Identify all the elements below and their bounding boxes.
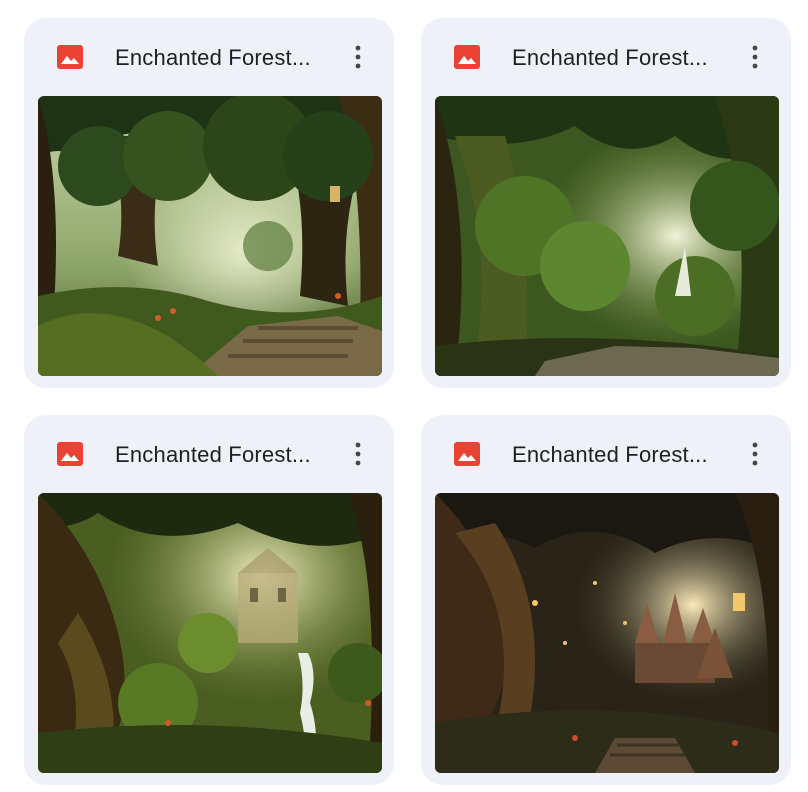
more-vert-icon [752,442,758,466]
file-card-header: Enchanted Forest... [421,415,791,493]
file-card[interactable]: Enchanted Forest... [24,415,394,785]
file-title: Enchanted Forest... [115,442,311,467]
image-file-icon [57,45,83,69]
file-thumbnail[interactable] [435,493,779,773]
more-options-button[interactable] [340,39,376,75]
file-card[interactable]: Enchanted Forest... [421,415,791,785]
file-thumbnail[interactable] [38,493,382,773]
file-title: Enchanted Forest... [512,45,708,70]
more-vert-icon [752,45,758,69]
file-thumbnail[interactable] [38,96,382,376]
file-card-header: Enchanted Forest... [421,18,791,96]
image-file-icon [454,45,480,69]
file-card-header: Enchanted Forest... [24,18,394,96]
file-thumbnail[interactable] [435,96,779,376]
file-title: Enchanted Forest... [512,442,708,467]
file-grid: Enchanted Forest... Enchanted Forest... … [0,0,808,792]
more-options-button[interactable] [340,436,376,472]
file-card[interactable]: Enchanted Forest... [421,18,791,388]
more-options-button[interactable] [737,39,773,75]
more-options-button[interactable] [737,436,773,472]
file-card-header: Enchanted Forest... [24,415,394,493]
file-title: Enchanted Forest... [115,45,311,70]
file-card[interactable]: Enchanted Forest... [24,18,394,388]
image-file-icon [57,442,83,466]
more-vert-icon [355,442,361,466]
more-vert-icon [355,45,361,69]
image-file-icon [454,442,480,466]
